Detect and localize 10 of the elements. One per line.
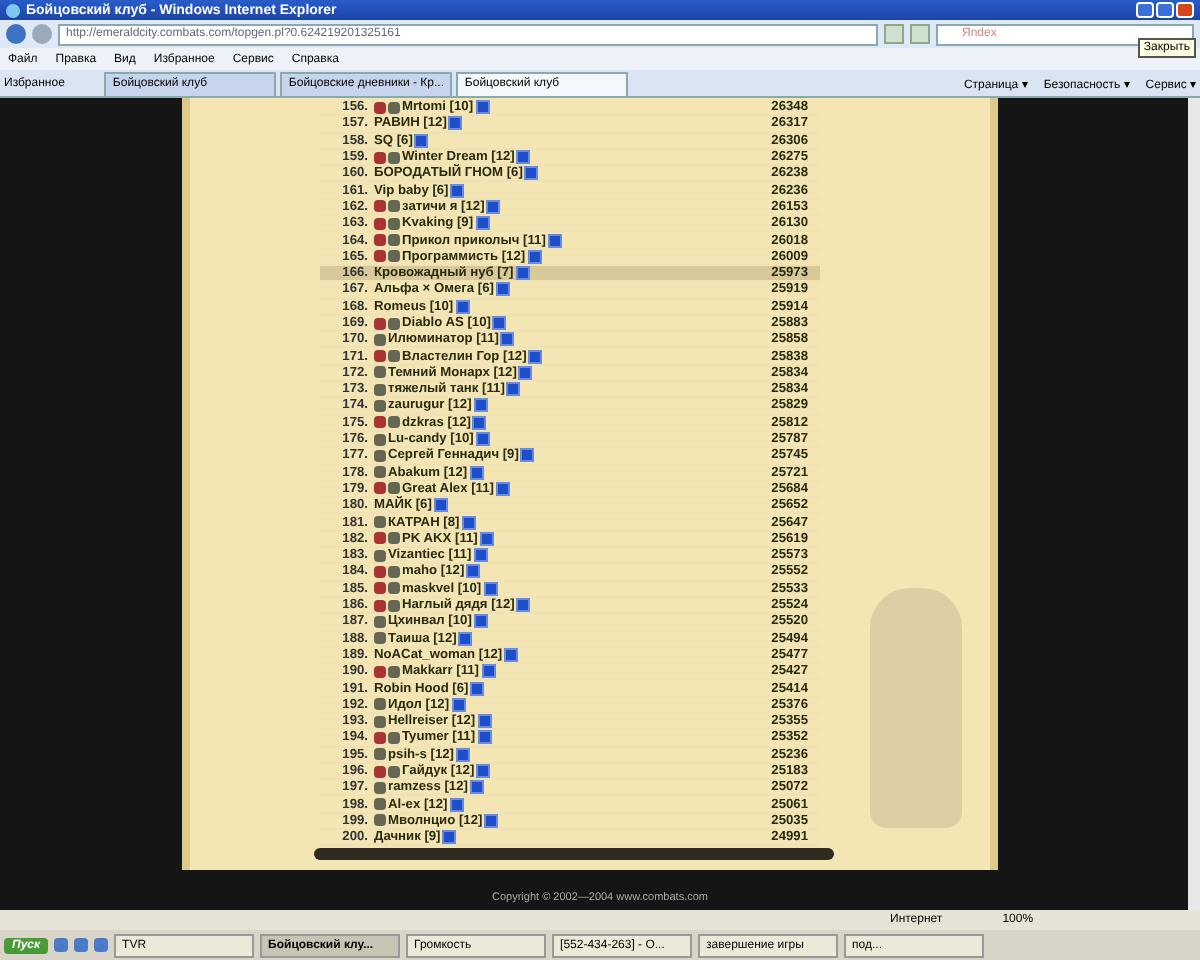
- scrollbar[interactable]: [1188, 98, 1200, 910]
- info-icon[interactable]: [516, 598, 531, 613]
- info-icon[interactable]: [450, 183, 465, 198]
- maximize-button[interactable]: [1156, 2, 1174, 18]
- back-button[interactable]: [6, 24, 26, 44]
- info-icon[interactable]: [520, 448, 535, 463]
- browser-icon: [6, 3, 20, 17]
- info-icon[interactable]: [442, 830, 457, 845]
- minimize-button[interactable]: [1136, 2, 1154, 18]
- close-button[interactable]: [1176, 2, 1194, 18]
